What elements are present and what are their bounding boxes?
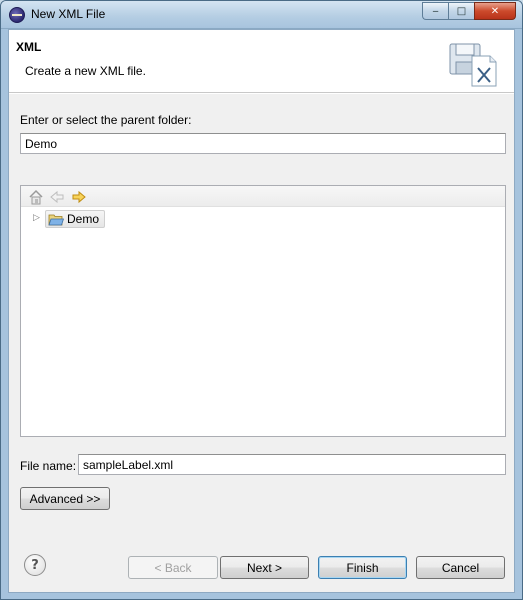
- file-name-label: File name:: [20, 459, 77, 473]
- window-title: New XML File: [31, 7, 106, 21]
- parent-folder-label: Enter or select the parent folder:: [20, 113, 192, 127]
- maximize-icon: □: [456, 5, 467, 17]
- tree-toolbar: [21, 186, 505, 207]
- wizard-body: Enter or select the parent folder: Demo: [9, 94, 514, 530]
- wizard-description: Create a new XML file.: [25, 64, 146, 78]
- new-xml-file-wizard-icon: [449, 43, 497, 87]
- tree-item-selected[interactable]: Demo: [45, 210, 105, 228]
- minimize-button[interactable]: ‒: [422, 2, 448, 20]
- wizard-header: XML Create a new XML file.: [9, 30, 514, 93]
- open-folder-icon: [48, 214, 64, 226]
- back-button[interactable]: < Back: [128, 556, 218, 579]
- minimize-icon: ‒: [432, 5, 439, 17]
- finish-button[interactable]: Finish: [318, 556, 407, 579]
- home-icon[interactable]: [28, 189, 44, 205]
- parent-folder-input[interactable]: Demo: [20, 133, 506, 154]
- dialog-window: New XML File ‒ □ ✕ XML Create a new XML …: [0, 0, 523, 600]
- eclipse-app-icon: [9, 7, 25, 23]
- advanced-button[interactable]: Advanced >>: [20, 487, 110, 510]
- title-bar[interactable]: New XML File ‒ □ ✕: [1, 1, 522, 29]
- expand-arrow-icon[interactable]: ▷: [33, 213, 43, 225]
- dialog-client-area: XML Create a new XML file. Enter or sele…: [8, 29, 515, 593]
- close-button[interactable]: ✕: [474, 2, 516, 20]
- close-icon: ✕: [490, 5, 500, 17]
- forward-arrow-icon[interactable]: [71, 189, 87, 205]
- window-controls: ‒ □ ✕: [422, 2, 516, 20]
- file-name-input[interactable]: sampleLabel.xml: [78, 454, 506, 475]
- help-icon[interactable]: ?: [24, 554, 46, 576]
- next-button[interactable]: Next >: [220, 556, 309, 579]
- cancel-button[interactable]: Cancel: [416, 556, 505, 579]
- back-arrow-icon[interactable]: [49, 189, 65, 205]
- wizard-title: XML: [16, 40, 42, 54]
- maximize-button[interactable]: □: [448, 2, 474, 20]
- folder-tree[interactable]: ▷ Demo: [20, 185, 506, 437]
- wizard-footer: ? < Back Next > Finish Cancel: [9, 530, 514, 592]
- tree-item-label: Demo: [67, 212, 100, 226]
